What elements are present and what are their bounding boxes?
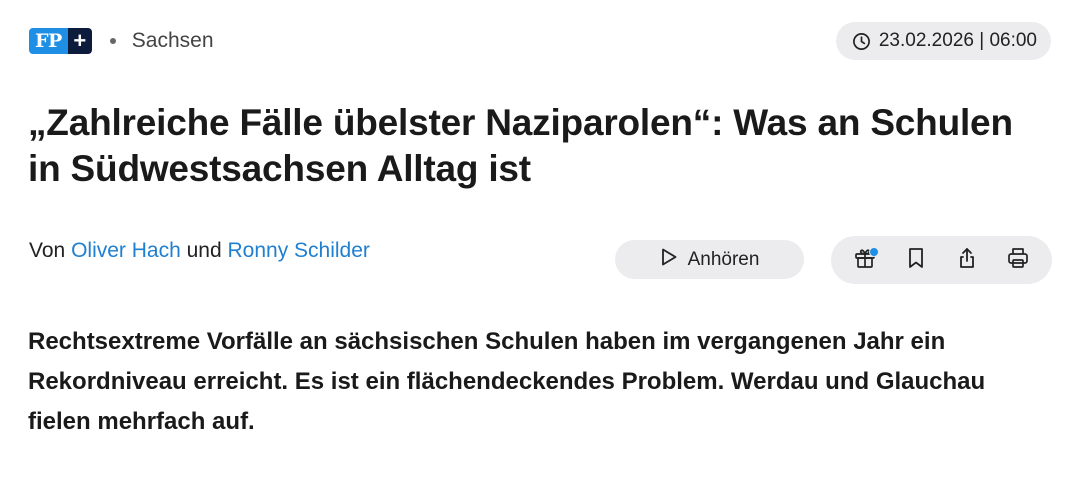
byline-conjunction: und	[186, 239, 222, 262]
bookmark-icon	[905, 246, 927, 275]
print-icon	[1006, 246, 1030, 275]
clock-icon	[852, 32, 871, 51]
separator-dot	[109, 38, 116, 44]
notification-dot	[868, 247, 879, 257]
date-text: 23.02.2026 | 06:00	[878, 30, 1037, 51]
article-header: FP + Sachsen 23.02.2026 | 06:00	[29, 22, 1051, 60]
gift-button[interactable]	[845, 240, 885, 280]
article-page: FP + Sachsen 23.02.2026 | 06:00 „Zahlrei…	[0, 0, 1078, 482]
byline: Von Oliver Hach und Ronny Schilder	[29, 236, 370, 266]
fp-plus-logo[interactable]: FP +	[29, 28, 92, 54]
logo-fp: FP	[29, 28, 68, 54]
share-button[interactable]	[947, 240, 987, 280]
author-link-ronny-schilder[interactable]: Ronny Schilder	[228, 239, 370, 262]
brand-section: FP + Sachsen	[29, 28, 214, 54]
section-link[interactable]: Sachsen	[132, 29, 214, 53]
publish-date: 23.02.2026 | 06:00	[835, 22, 1051, 60]
share-icon	[956, 246, 978, 275]
print-button[interactable]	[998, 240, 1038, 280]
byline-prefix: Von	[29, 239, 66, 262]
play-icon	[660, 247, 678, 273]
logo-plus: +	[67, 28, 92, 54]
article-lead: Rechtsextreme Vorfälle an sächsischen Sc…	[28, 328, 986, 435]
author-link-oliver-hach[interactable]: Oliver Hach	[71, 239, 181, 262]
bookmark-button[interactable]	[896, 240, 936, 280]
listen-button[interactable]: Anhören	[615, 240, 804, 279]
article-actions	[831, 236, 1052, 284]
listen-label: Anhören	[687, 248, 760, 270]
article-headline: „Zahlreiche Fälle übelster Naziparolen“:…	[28, 102, 1013, 189]
